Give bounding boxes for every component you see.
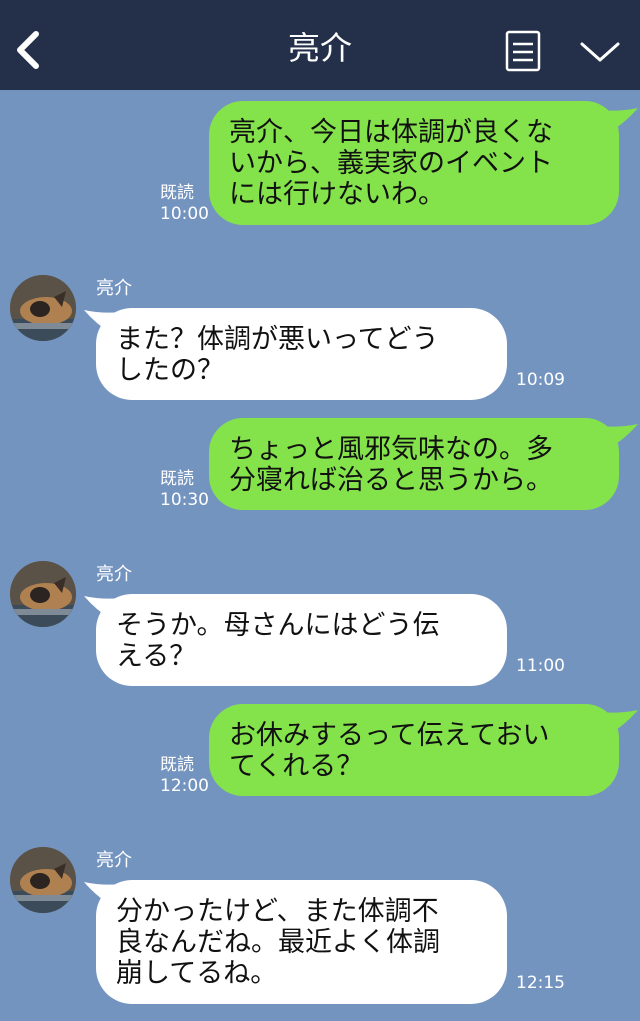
timestamp: 12:00 — [160, 776, 209, 796]
contact-avatar[interactable] — [10, 847, 76, 913]
dog-avatar-icon — [10, 275, 76, 341]
contact-avatar[interactable] — [10, 561, 76, 627]
timestamp: 10:09 — [516, 370, 565, 390]
read-receipt: 既読 12:00 — [160, 755, 209, 797]
received-message-bubble[interactable]: また？体調が悪いってどう したの？ — [96, 308, 507, 400]
sender-name: 亮介 — [96, 564, 132, 585]
sent-message-bubble[interactable]: お休みするって伝えておい てくれる？ — [209, 704, 619, 796]
timestamp: 10:00 — [160, 204, 209, 224]
contact-avatar[interactable] — [10, 275, 76, 341]
sent-message-bubble[interactable]: 亮介、今日は体調が良くな いから、義実家のイベント には行けないわ。 — [209, 101, 619, 225]
dog-avatar-icon — [10, 847, 76, 913]
read-receipt: 既読 10:00 — [160, 183, 209, 225]
menu-toggle-button[interactable] — [578, 36, 622, 68]
timestamp: 11:00 — [516, 656, 565, 676]
read-label: 既読 — [160, 469, 194, 489]
chat-header: 亮介 — [0, 0, 640, 90]
timestamp: 10:30 — [160, 490, 209, 510]
received-message-bubble[interactable]: 分かったけど、また体調不 良なんだね。最近よく体調 崩してるね。 — [96, 880, 507, 1004]
timestamp: 12:15 — [516, 973, 565, 993]
read-label: 既読 — [160, 183, 194, 203]
sender-name: 亮介 — [96, 850, 132, 871]
chevron-down-icon — [580, 42, 620, 62]
read-receipt: 既読 10:30 — [160, 469, 209, 511]
chat-title: 亮介 — [287, 29, 352, 67]
notes-button[interactable] — [505, 30, 543, 72]
sender-name: 亮介 — [96, 278, 132, 299]
dog-avatar-icon — [10, 561, 76, 627]
read-label: 既読 — [160, 755, 194, 775]
sent-message-bubble[interactable]: ちょっと風邪気味なの。多 分寝れば治ると思うから。 — [209, 418, 619, 510]
note-icon — [505, 30, 541, 72]
received-message-bubble[interactable]: そうか。母さんにはどう伝 える？ — [96, 594, 507, 686]
